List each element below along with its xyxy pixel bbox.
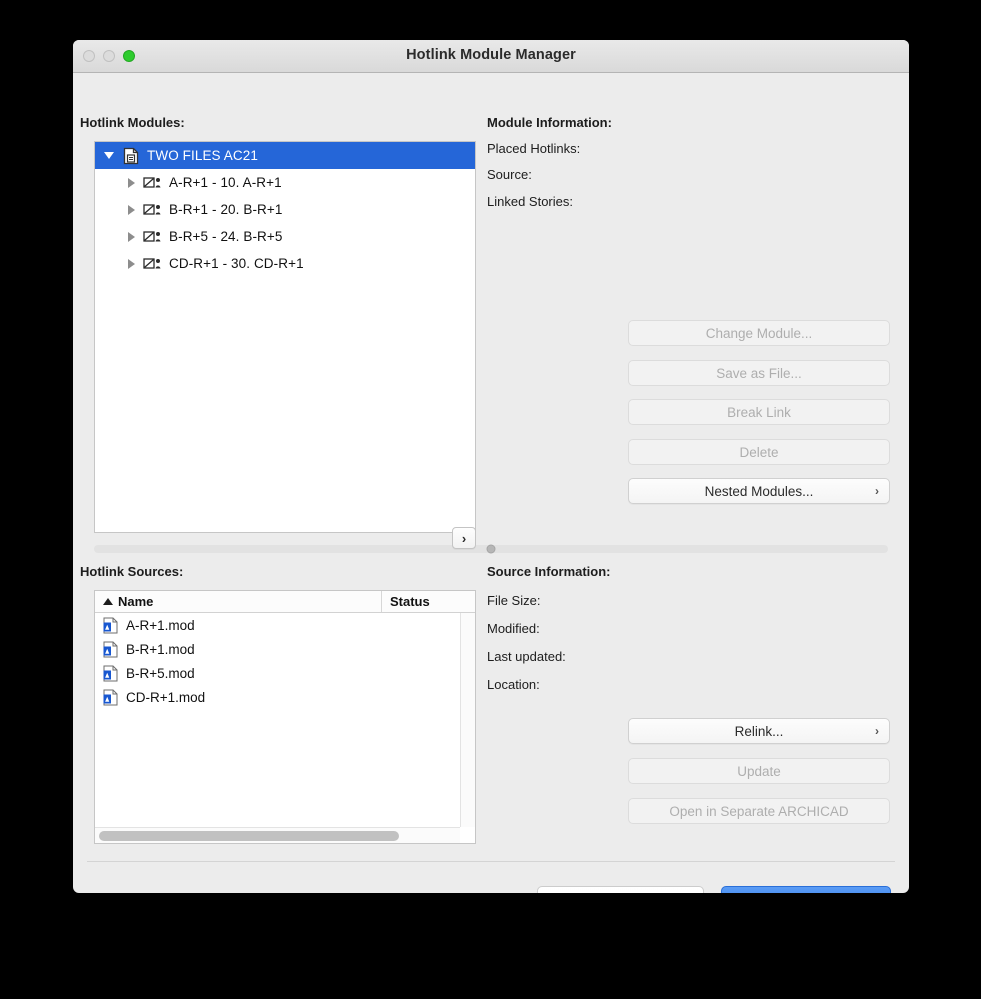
- tree-row[interactable]: TWO FILES AC21: [95, 142, 475, 169]
- source-name-cell: A-R+1.mod: [95, 617, 382, 634]
- sources-vertical-scrollbar[interactable]: [460, 613, 475, 827]
- placed-hotlinks-label: Placed Hotlinks:: [487, 141, 581, 156]
- story-placement-icon: [143, 230, 163, 244]
- sort-ascending-icon: [103, 598, 113, 605]
- panel-splitter[interactable]: [94, 544, 888, 554]
- tree-item-label: TWO FILES AC21: [147, 148, 258, 163]
- tree-item-label: B-R+1 - 20. B-R+1: [169, 202, 283, 217]
- ok-button[interactable]: OK: [721, 886, 891, 893]
- tree-item-label: CD-R+1 - 30. CD-R+1: [169, 256, 304, 271]
- hotlink-module-manager-window: Hotlink Module Manager Hotlink Modules: …: [73, 40, 909, 893]
- tree-item-label: B-R+5 - 24. B-R+5: [169, 229, 283, 244]
- chevron-right-icon[interactable]: [123, 175, 139, 191]
- hotlink-modules-tree[interactable]: TWO FILES AC21 A-R+1 - 10. A-R+1 B-R+1 -…: [94, 141, 476, 533]
- sources-horizontal-scrollbar[interactable]: [95, 827, 460, 843]
- column-status-label: Status: [390, 594, 430, 609]
- footer-divider: [87, 861, 895, 862]
- list-item[interactable]: B-R+1.mod ✔ OK: [95, 637, 475, 661]
- window-title: Hotlink Module Manager: [406, 47, 576, 63]
- story-placement-icon: [143, 176, 163, 190]
- list-item[interactable]: B-R+5.mod ✔ OK: [95, 661, 475, 685]
- chevron-right-icon[interactable]: [123, 229, 139, 245]
- list-item[interactable]: A-R+1.mod ✔ OK: [95, 613, 475, 637]
- relink-label: Relink...: [734, 723, 784, 739]
- save-as-file-label: Save as File...: [716, 365, 802, 381]
- module-information-label: Module Information:: [487, 115, 612, 130]
- modified-label: Modified:: [487, 621, 540, 636]
- source-name-label: B-R+1.mod: [126, 641, 195, 657]
- source-name-label: CD-R+1.mod: [126, 689, 206, 705]
- update-button[interactable]: Update: [628, 758, 890, 784]
- cancel-button[interactable]: Cancel: [537, 886, 704, 893]
- tree-row[interactable]: CD-R+1 - 30. CD-R+1: [95, 250, 475, 277]
- tree-item-label: A-R+1 - 10. A-R+1: [169, 175, 282, 190]
- last-updated-label: Last updated:: [487, 649, 566, 664]
- cancel-label: Cancel: [599, 892, 643, 894]
- chevron-right-icon[interactable]: [123, 202, 139, 218]
- break-link-button[interactable]: Break Link: [628, 399, 890, 425]
- chevron-right-icon: ›: [875, 484, 879, 498]
- nested-modules-label: Nested Modules...: [704, 483, 814, 499]
- source-name-label: B-R+5.mod: [126, 665, 195, 681]
- update-label: Update: [737, 763, 781, 779]
- chevron-right-icon: ›: [875, 724, 879, 738]
- location-label: Location:: [487, 677, 540, 692]
- source-name-cell: CD-R+1.mod: [95, 689, 382, 706]
- delete-label: Delete: [739, 444, 779, 460]
- list-header: Name Status: [95, 591, 475, 613]
- linked-stories-label: Linked Stories:: [487, 194, 573, 209]
- hotlink-sources-list[interactable]: Name Status A-R+1.mod B-R+1.mod B-R+5.mo…: [94, 590, 476, 844]
- file-size-label: File Size:: [487, 593, 541, 608]
- scrollbar-corner: [460, 827, 475, 843]
- archicad-module-file-icon: [103, 665, 118, 682]
- title-bar: Hotlink Module Manager: [73, 40, 909, 73]
- change-module-button[interactable]: Change Module...: [628, 320, 890, 346]
- tree-row[interactable]: B-R+1 - 20. B-R+1: [95, 196, 475, 223]
- story-placement-icon: [143, 257, 163, 271]
- column-header-status[interactable]: Status: [382, 591, 475, 612]
- splitter-handle[interactable]: [486, 544, 496, 554]
- chevron-right-icon[interactable]: [123, 256, 139, 272]
- chevron-down-icon[interactable]: [101, 148, 117, 164]
- source-name-label: A-R+1.mod: [126, 617, 195, 633]
- tree-row[interactable]: A-R+1 - 10. A-R+1: [95, 169, 475, 196]
- open-in-separate-archicad-button[interactable]: Open in Separate ARCHICAD: [628, 798, 890, 824]
- list-item[interactable]: CD-R+1.mod ✔ OK: [95, 685, 475, 709]
- column-header-name[interactable]: Name: [95, 591, 382, 612]
- archicad-module-file-icon: [103, 641, 118, 658]
- source-information-label: Source Information:: [487, 564, 611, 579]
- chevron-right-icon: ›: [461, 530, 467, 546]
- archicad-module-file-icon: [103, 689, 118, 706]
- open-in-separate-archicad-label: Open in Separate ARCHICAD: [669, 803, 849, 819]
- ok-label: OK: [796, 892, 816, 894]
- source-label: Source:: [487, 167, 532, 182]
- column-name-label: Name: [118, 594, 154, 609]
- module-file-icon: [121, 147, 141, 165]
- scrollbar-thumb[interactable]: [99, 831, 399, 841]
- source-name-cell: B-R+1.mod: [95, 641, 382, 658]
- hotlink-modules-label: Hotlink Modules:: [80, 115, 185, 130]
- break-link-label: Break Link: [727, 404, 791, 420]
- archicad-module-file-icon: [103, 617, 118, 634]
- hotlink-sources-label: Hotlink Sources:: [80, 564, 184, 579]
- source-name-cell: B-R+5.mod: [95, 665, 382, 682]
- relink-button[interactable]: Relink... ›: [628, 718, 890, 744]
- change-module-label: Change Module...: [705, 325, 813, 341]
- dialog-body: Hotlink Modules: Module Information: Pla…: [73, 73, 909, 893]
- nested-modules-button[interactable]: Nested Modules... ›: [628, 478, 890, 504]
- tree-row[interactable]: B-R+5 - 24. B-R+5: [95, 223, 475, 250]
- delete-button[interactable]: Delete: [628, 439, 890, 465]
- expand-sources-button[interactable]: ›: [452, 527, 476, 549]
- story-placement-icon: [143, 203, 163, 217]
- save-as-file-button[interactable]: Save as File...: [628, 360, 890, 386]
